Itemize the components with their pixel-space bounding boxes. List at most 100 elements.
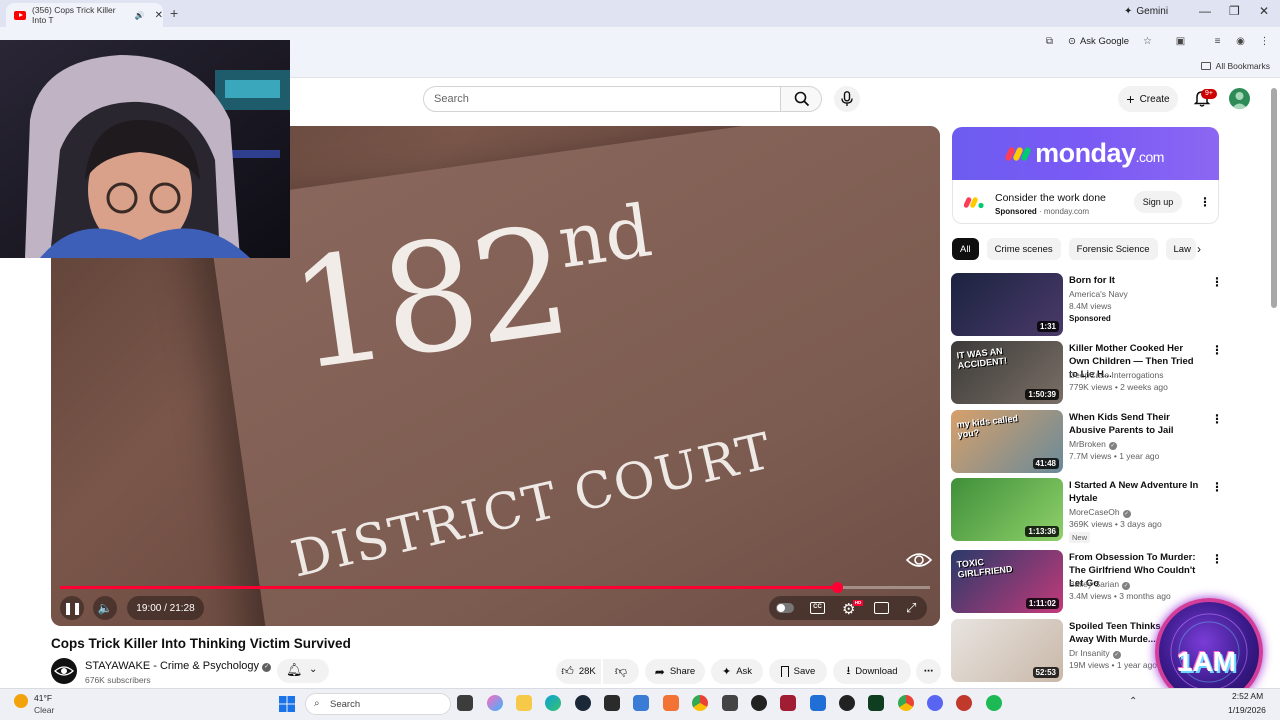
ask-button[interactable]: ✦ Ask <box>711 659 763 684</box>
video-more-icon[interactable]: ⋮ <box>1211 343 1223 357</box>
video-thumbnail[interactable]: IT WAS AN ACCIDENT! 1:50:39 <box>951 341 1063 404</box>
edge-icon[interactable] <box>545 695 561 711</box>
chip-law[interactable]: Law <box>1165 238 1196 260</box>
subscription-notifications-button[interactable]: 🔔︎ ⌄ <box>277 659 329 683</box>
progress-bar-played <box>60 586 837 589</box>
ad-headline[interactable]: Consider the work done <box>995 192 1106 204</box>
brave-icon[interactable] <box>663 695 679 711</box>
restore-icon[interactable]: ❐ <box>1229 4 1240 18</box>
weather-temp[interactable]: 41°F <box>34 693 52 703</box>
create-button[interactable]: + Create <box>1118 86 1178 112</box>
ad-more-icon[interactable]: ⋮ <box>1199 195 1211 209</box>
file-explorer-icon[interactable] <box>516 695 532 711</box>
epic-games-icon[interactable] <box>604 695 620 711</box>
eye-overlay-icon[interactable] <box>905 548 933 572</box>
video-more-icon[interactable]: ⋮ <box>1211 480 1223 494</box>
like-button[interactable]: 👍︎ 28K <box>556 659 601 684</box>
tray-chevron-icon[interactable]: ⌃ <box>1129 696 1137 707</box>
mute-button[interactable]: 🔈 <box>93 596 117 620</box>
dislike-button[interactable]: 👎︎ <box>603 659 639 684</box>
task-view-icon[interactable] <box>457 695 473 711</box>
chip-crime-scenes[interactable]: Crime scenes <box>986 238 1061 260</box>
windows-start-icon[interactable] <box>279 696 295 712</box>
chevron-right-icon[interactable]: › <box>1197 242 1201 256</box>
clock-date[interactable]: 1/19/2026 <box>1228 705 1266 715</box>
page-scrollbar[interactable] <box>1271 88 1277 308</box>
video-more-icon[interactable]: ⋮ <box>1211 552 1223 566</box>
download-button[interactable]: ⭳ Download <box>833 659 911 684</box>
chip-forensic-science[interactable]: Forensic Science <box>1068 238 1158 260</box>
profile-icon[interactable]: ◉ <box>1235 36 1246 47</box>
copilot-icon[interactable] <box>487 695 503 711</box>
video-stats: 369K views • 3 days ago <box>1069 519 1162 529</box>
voice-search-button[interactable] <box>834 86 860 112</box>
app-icon-red[interactable] <box>780 695 796 711</box>
download-icon: ⭳ <box>846 665 851 677</box>
store-icon[interactable] <box>633 695 649 711</box>
autoplay-toggle[interactable] <box>776 603 794 613</box>
video-title-link[interactable]: Born for It <box>1069 274 1204 287</box>
chrome-menu-icon[interactable]: ⋮ <box>1259 36 1270 47</box>
clock-time[interactable]: 2:52 AM <box>1232 691 1263 701</box>
media-controls-icon[interactable]: ≡ <box>1212 36 1223 47</box>
search-input[interactable]: Search <box>423 86 781 112</box>
video-thumbnail[interactable]: 52:53 <box>951 619 1063 682</box>
progress-scrubber-handle[interactable] <box>832 582 843 593</box>
ad-signup-button[interactable]: Sign up <box>1134 191 1182 213</box>
video-thumbnail[interactable]: 1:31 <box>951 273 1063 336</box>
video-more-icon[interactable]: ⋮ <box>1211 275 1223 289</box>
browser-tab[interactable]: (356) Cops Trick Killer Into T 🔊 ✕ <box>6 3 163 27</box>
video-title-link[interactable]: When Kids Send Their Abusive Parents to … <box>1069 411 1204 437</box>
video-thumbnail[interactable]: my kids called you? 41:48 <box>951 410 1063 473</box>
fullscreen-icon[interactable]: ⤢ <box>906 600 916 616</box>
theater-mode-icon[interactable] <box>874 602 889 614</box>
ad-brand-icon <box>964 197 984 209</box>
taskbar-search[interactable]: ⌕ Search <box>305 693 451 715</box>
settings-icon[interactable] <box>810 695 826 711</box>
spotify-icon[interactable] <box>986 695 1002 711</box>
ad-banner[interactable]: monday.com <box>952 127 1219 180</box>
create-label: Create <box>1139 93 1170 105</box>
app-icon-g[interactable] <box>839 695 855 711</box>
chip-all[interactable]: All <box>952 238 979 260</box>
account-avatar[interactable] <box>1229 88 1250 109</box>
close-window-icon[interactable]: ✕ <box>1259 4 1269 18</box>
app-icon-round-red[interactable] <box>956 695 972 711</box>
obs-icon[interactable] <box>751 695 767 711</box>
video-thumbnail[interactable]: TOXIC GIRLFRIEND 1:11:02 <box>951 550 1063 613</box>
video-thumbnail[interactable]: 1:13:36 <box>951 478 1063 541</box>
video-title-link[interactable]: I Started A New Adventure In Hytale <box>1069 479 1204 505</box>
chrome-icon[interactable] <box>692 695 708 711</box>
sparkle-icon: ✦ <box>721 666 732 678</box>
install-app-icon[interactable]: ⧉ <box>1044 36 1055 47</box>
discord-icon[interactable] <box>927 695 943 711</box>
all-bookmarks-button[interactable]: All Bookmarks <box>1200 61 1270 71</box>
steam-icon[interactable] <box>575 695 591 711</box>
download-label: Download <box>855 666 898 677</box>
tab-close-icon[interactable]: ✕ <box>155 10 163 21</box>
app-icon-cube[interactable] <box>722 695 738 711</box>
video-stats: 3.4M views • 3 months ago <box>1069 591 1171 601</box>
sidepanel-icon[interactable]: ▣ <box>1175 36 1186 47</box>
channel-name[interactable]: STAYAWAKE - Crime & Psychology ✓ <box>85 660 272 672</box>
ask-google-button[interactable]: ⊙ Ask Google <box>1068 36 1129 47</box>
video-stats: 8.4M views <box>1069 301 1112 311</box>
tab-audio-icon[interactable]: 🔊 <box>135 11 145 20</box>
new-tab-button[interactable]: + <box>170 5 178 21</box>
bookmark-star-icon[interactable]: ☆ <box>1142 36 1153 47</box>
gemini-button[interactable]: ✦ Gemini <box>1124 6 1168 17</box>
channel-avatar[interactable] <box>51 658 77 684</box>
pause-button[interactable]: ❚❚ <box>60 596 84 620</box>
captions-icon[interactable]: CC <box>810 602 825 614</box>
chrome-active-icon[interactable] <box>898 695 914 711</box>
more-actions-button[interactable]: ⋯ <box>916 659 941 684</box>
share-button[interactable]: ➦ Share <box>645 659 705 684</box>
nvidia-icon[interactable] <box>868 695 884 711</box>
video-stats: 779K views • 2 weeks ago <box>1069 382 1168 392</box>
minimize-icon[interactable]: — <box>1199 4 1211 18</box>
search-button[interactable] <box>781 86 822 112</box>
video-more-icon[interactable]: ⋮ <box>1211 412 1223 426</box>
ask-label: Ask <box>736 666 753 677</box>
save-button[interactable]: Save <box>769 659 827 684</box>
verified-icon: ✓ <box>1108 442 1117 450</box>
